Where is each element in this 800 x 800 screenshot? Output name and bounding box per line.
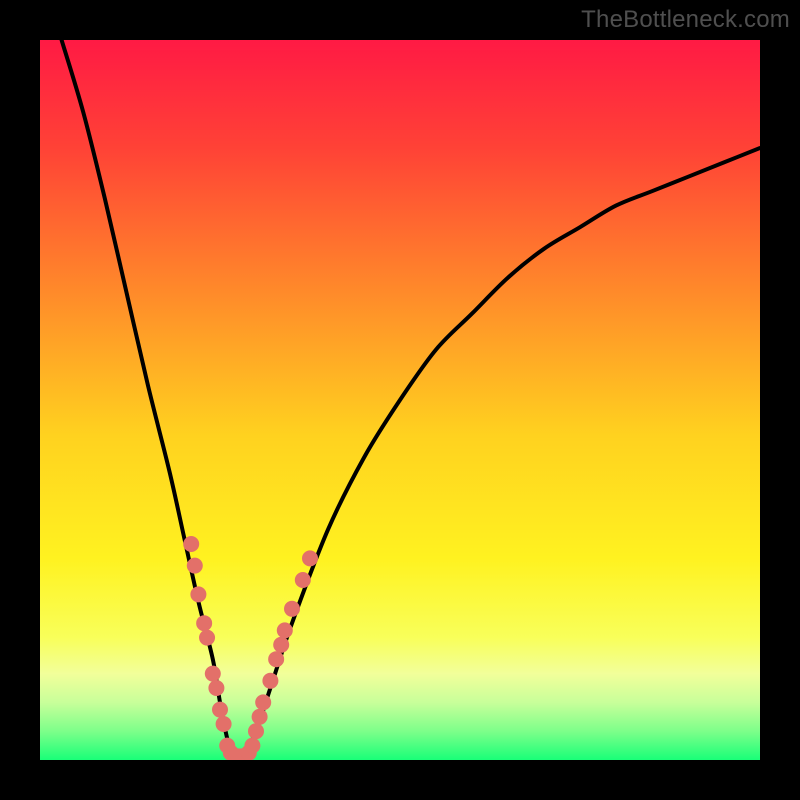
sample-point bbox=[196, 615, 212, 631]
sample-point bbox=[284, 601, 300, 617]
watermark-text: TheBottleneck.com bbox=[581, 6, 790, 34]
sample-point bbox=[268, 651, 284, 667]
sample-point bbox=[244, 738, 260, 754]
sample-point bbox=[205, 666, 221, 682]
chart-frame: TheBottleneck.com bbox=[0, 0, 800, 800]
sample-point bbox=[277, 622, 293, 638]
sample-point bbox=[187, 558, 203, 574]
sample-point bbox=[208, 680, 224, 696]
sample-point bbox=[255, 694, 271, 710]
sample-point bbox=[295, 572, 311, 588]
sample-point bbox=[273, 637, 289, 653]
sample-point bbox=[199, 630, 215, 646]
sample-point bbox=[262, 673, 278, 689]
sample-point bbox=[252, 709, 268, 725]
sample-point bbox=[302, 550, 318, 566]
plot-area bbox=[40, 40, 760, 760]
sample-point bbox=[212, 702, 228, 718]
sample-point bbox=[248, 723, 264, 739]
sample-point bbox=[190, 586, 206, 602]
bottleneck-curve bbox=[62, 40, 760, 760]
sample-point bbox=[183, 536, 199, 552]
chart-svg bbox=[40, 40, 760, 760]
sample-point bbox=[216, 716, 232, 732]
sample-points bbox=[183, 536, 318, 760]
